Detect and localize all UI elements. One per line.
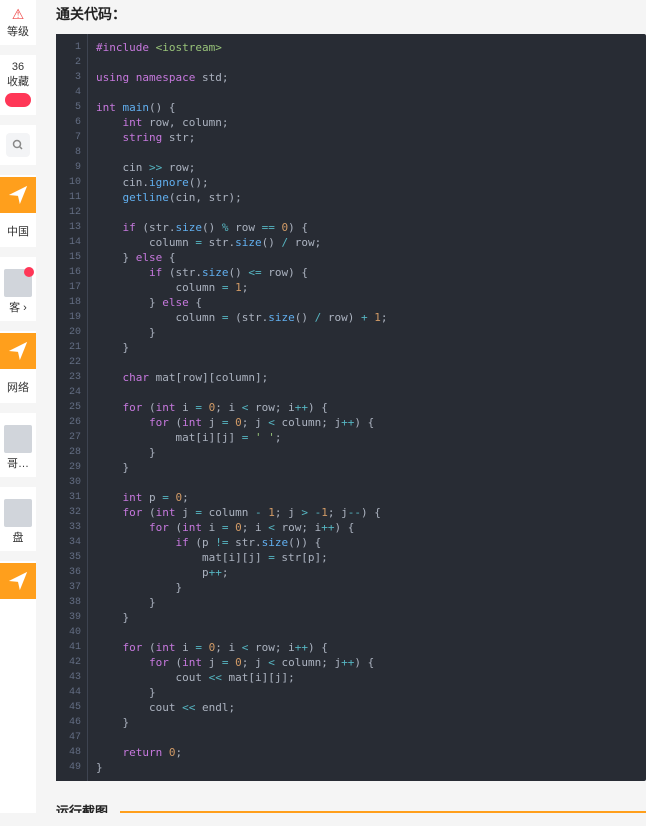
sidebar-disk-box[interactable]: 盘 (0, 487, 36, 561)
search-icon[interactable] (6, 133, 30, 157)
sidebar-guest-box[interactable]: 客 › (0, 257, 36, 331)
sidebar-fav-box[interactable]: 36 收藏 (0, 55, 36, 125)
code-block: 1234567891011121314151617181920212223242… (56, 34, 646, 781)
thumb-icon (4, 425, 32, 453)
footer-heading: 运行截图 (56, 801, 108, 813)
main-content: 通关代码： 1234567891011121314151617181920212… (36, 0, 646, 813)
disk-label: 盘 (2, 529, 34, 545)
avatar-thumb (4, 269, 32, 297)
code-body[interactable]: #include <iostream> using namespace std;… (88, 34, 646, 781)
dot-label: 哥… (2, 455, 34, 471)
fav-label: 收藏 (2, 73, 34, 89)
alert-icon: ⚠ (2, 6, 34, 23)
sidebar: ⚠ 等级 36 收藏 中国 客 › 网络 (0, 0, 36, 813)
pill-badge (5, 93, 31, 107)
net-label: 网络 (0, 379, 36, 395)
thumb-icon (4, 499, 32, 527)
paper-plane-icon (0, 177, 36, 213)
sidebar-ge-box[interactable]: 哥… (0, 413, 36, 487)
sidebar-net-box[interactable]: 网络 (0, 331, 36, 413)
sidebar-level-box[interactable]: ⚠ 等级 (0, 0, 36, 55)
section-heading: 通关代码： (56, 0, 646, 34)
level-label: 等级 (2, 23, 34, 39)
sidebar-country-box[interactable]: 中国 (0, 175, 36, 257)
line-number-gutter: 1234567891011121314151617181920212223242… (56, 34, 88, 781)
count-label: 36 (2, 61, 34, 73)
country-label: 中国 (0, 223, 36, 239)
paper-plane-icon (0, 563, 36, 599)
sidebar-search-box[interactable] (0, 125, 36, 175)
guest-label: 客 › (2, 299, 34, 315)
paper-plane-icon (0, 333, 36, 369)
footer-rule (120, 801, 646, 813)
sidebar-plane-box[interactable] (0, 563, 36, 599)
